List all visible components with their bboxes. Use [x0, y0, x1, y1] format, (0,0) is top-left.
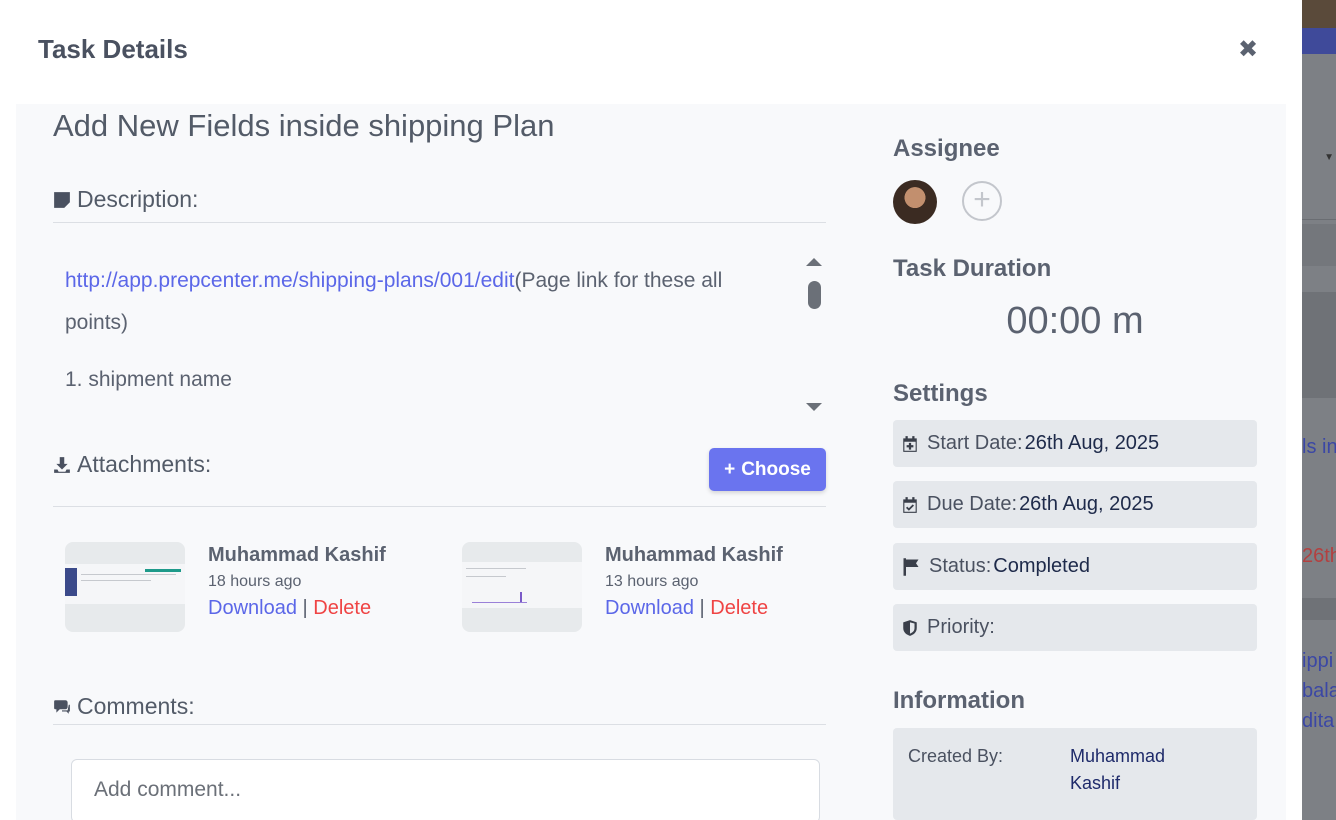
- attachment-card: Muhammad Kashif 13 hours ago Download | …: [462, 542, 842, 632]
- background-text: dita: [1302, 710, 1335, 732]
- separator: |: [302, 597, 308, 619]
- created-by-label: Created By:: [908, 746, 1004, 766]
- plus-icon: +: [724, 458, 736, 480]
- attachment-time: 13 hours ago: [605, 573, 699, 590]
- calendar-check-icon: [903, 496, 917, 513]
- information-heading: Information: [893, 687, 1025, 714]
- download-link[interactable]: Download: [208, 597, 297, 619]
- attachment-card: Muhammad Kashif 18 hours ago Download | …: [65, 542, 445, 632]
- download-icon: [54, 456, 70, 473]
- assignee-heading: Assignee: [893, 135, 1000, 162]
- attachment-thumbnail[interactable]: [65, 542, 185, 632]
- due-date-setting[interactable]: Due Date: 26th Aug, 2025: [893, 481, 1257, 528]
- attachments-heading: Attachments:: [53, 451, 211, 478]
- attachment-time: 18 hours ago: [208, 573, 302, 590]
- background-text: 26th: [1302, 545, 1336, 567]
- avatar[interactable]: [893, 180, 937, 224]
- modal-header: Task Details ✖: [0, 0, 1302, 104]
- scrollbar-thumb[interactable]: [808, 281, 821, 309]
- task-title[interactable]: Add New Fields inside shipping Plan: [53, 108, 554, 144]
- attachment-author: Muhammad Kashif: [208, 544, 386, 566]
- background-page: ▼ ls in 26th ippi bala dita: [1302, 0, 1336, 820]
- priority-label: Priority:: [927, 616, 995, 638]
- description-label: Description:: [77, 186, 199, 212]
- description-content[interactable]: http://app.prepcenter.me/shipping-plans/…: [53, 248, 826, 418]
- information-box: Created By: Muhammad Kashif: [893, 728, 1257, 820]
- description-link[interactable]: http://app.prepcenter.me/shipping-plans/…: [65, 269, 514, 292]
- delete-link[interactable]: Delete: [313, 597, 371, 619]
- download-link[interactable]: Download: [605, 597, 694, 619]
- background-header: [1302, 0, 1336, 54]
- due-date-value: 26th Aug, 2025: [1019, 493, 1154, 515]
- status-setting[interactable]: Status: Completed: [893, 543, 1257, 590]
- shield-icon: [903, 619, 917, 636]
- add-assignee-icon[interactable]: +: [962, 181, 1002, 221]
- scroll-down-arrow-icon[interactable]: [806, 403, 822, 411]
- choose-label: Choose: [741, 458, 811, 480]
- attachment-actions: Download | Delete: [605, 597, 768, 620]
- chevron-down-icon: ▼: [1324, 152, 1334, 163]
- comments-heading: Comments:: [53, 693, 195, 720]
- attachment-actions: Download | Delete: [208, 597, 371, 620]
- attachment-thumbnail[interactable]: [462, 542, 582, 632]
- divider: [53, 724, 826, 725]
- background-text: bala: [1302, 680, 1336, 702]
- background-avatar: [1302, 0, 1336, 28]
- start-date-value: 26th Aug, 2025: [1024, 432, 1160, 454]
- attachments-label: Attachments:: [77, 451, 212, 477]
- description-list-item: 1. shipment name: [65, 368, 232, 391]
- status-value: Completed: [993, 555, 1090, 577]
- background-text: ls in: [1302, 436, 1336, 458]
- background-text: ippi: [1302, 650, 1334, 672]
- separator: |: [699, 597, 705, 619]
- comments-icon: [54, 699, 70, 714]
- settings-heading: Settings: [893, 380, 988, 407]
- modal-title: Task Details: [38, 34, 188, 64]
- task-details-modal: Task Details ✖ Add New Fields inside shi…: [0, 0, 1302, 820]
- choose-file-button[interactable]: + Choose: [709, 448, 826, 491]
- attachment-author: Muhammad Kashif: [605, 544, 783, 566]
- priority-setting[interactable]: Priority:: [893, 604, 1257, 651]
- start-date-label: Start Date:: [927, 432, 1023, 454]
- scroll-up-arrow-icon[interactable]: [806, 258, 822, 266]
- description-text: http://app.prepcenter.me/shipping-plans/…: [65, 260, 765, 344]
- close-icon[interactable]: ✖: [1236, 38, 1260, 62]
- created-by-value: Muhammad Kashif: [1070, 746, 1166, 793]
- flag-icon: [903, 557, 919, 576]
- divider: [53, 506, 826, 507]
- divider: [53, 222, 826, 223]
- comments-label: Comments:: [77, 693, 195, 719]
- calendar-plus-icon: [903, 435, 917, 452]
- comment-input[interactable]: Add comment...: [71, 759, 820, 820]
- delete-link[interactable]: Delete: [710, 597, 768, 619]
- due-date-label: Due Date:: [927, 493, 1018, 515]
- start-date-setting[interactable]: Start Date: 26th Aug, 2025: [893, 420, 1257, 467]
- status-label: Status:: [929, 555, 992, 577]
- task-duration-heading: Task Duration: [893, 255, 1052, 282]
- description-heading: Description:: [53, 186, 198, 213]
- sticky-note-icon: [54, 191, 70, 208]
- task-duration-value: 00:00 m: [1006, 300, 1144, 342]
